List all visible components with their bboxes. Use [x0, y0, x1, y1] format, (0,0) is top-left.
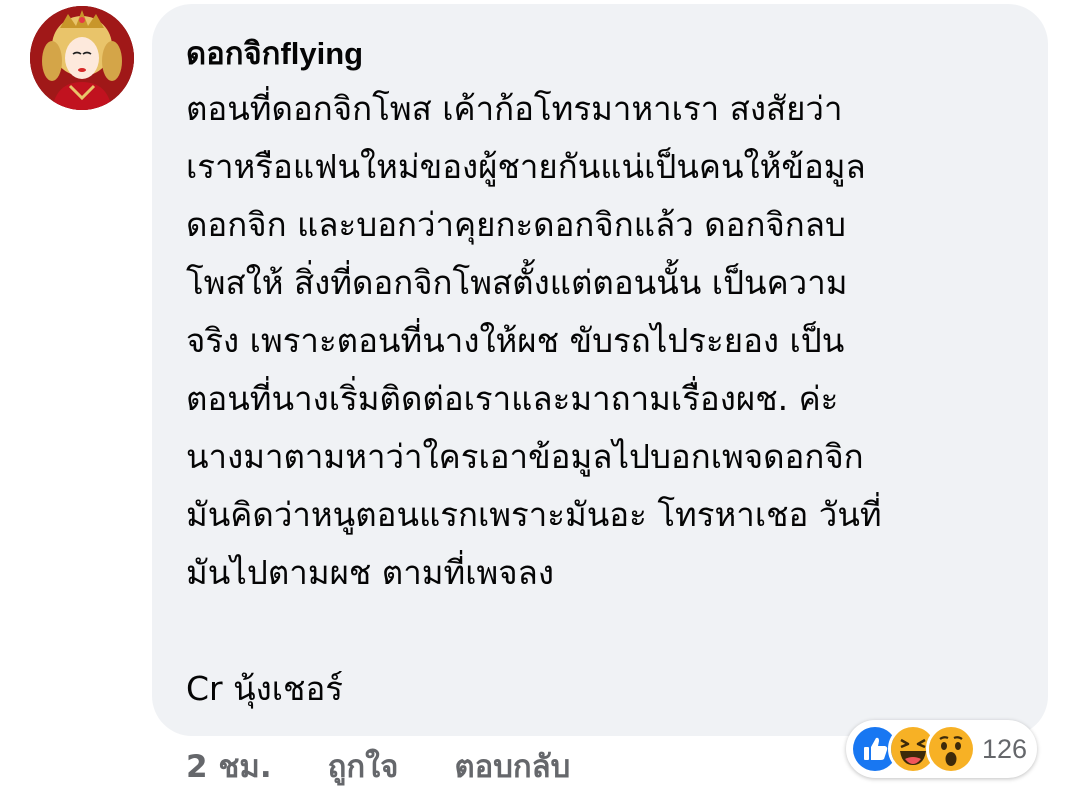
- comment-text-line: ดอกจิก และบอกว่าคุยกะดอกจิกแล้ว ดอกจิกลบ: [186, 205, 846, 244]
- comment-timestamp[interactable]: 2 ชม.: [186, 741, 272, 791]
- comment-paragraph-gap: [186, 602, 1018, 660]
- comment-text-line: นางมาตามหาว่าใครเอาข้อมูลไปบอกเพจดอกจิก: [186, 437, 864, 476]
- wow-icon: [926, 724, 976, 774]
- comment-bubble: ดอกจิกflying ตอนที่ดอกจิกโพส เค้าก้อโทรม…: [152, 4, 1048, 736]
- reply-button[interactable]: ตอบกลับ: [454, 741, 570, 791]
- comment-text-line: โพสให้ สิ่งที่ดอกจิกโพสตั้งแต่ตอนนั้น เป…: [186, 263, 848, 302]
- comment-actions: 2 ชม. ถูกใจ ตอบกลับ: [186, 742, 626, 790]
- comment-credit: Cr นุ้งเชอร์: [186, 669, 343, 708]
- comment-text-line: ตอนที่นางเริ่มติดต่อเราและมาถามเรื่องผช.…: [186, 379, 839, 418]
- avatar[interactable]: [30, 6, 134, 110]
- comment-text-line: มันไปตามผช ตามที่เพจลง: [186, 553, 554, 592]
- comment-text-line: จริง เพราะตอนที่นางให้ผช ขับรถไประยอง เป…: [186, 321, 845, 360]
- comment-text-line: เราหรือแฟนใหม่ของผู้ชายกันแน่เป็นคนให้ข้…: [186, 147, 866, 186]
- reaction-summary[interactable]: 126: [846, 720, 1038, 778]
- comment-text-line: ตอนที่ดอกจิกโพส เค้าก้อโทรมาหาเรา สงสัยว…: [186, 89, 843, 128]
- comment-author[interactable]: ดอกจิกflying: [186, 34, 1018, 74]
- reaction-count: 126: [982, 733, 1028, 764]
- like-button[interactable]: ถูกใจ: [328, 741, 399, 791]
- comment-text-line: มันคิดว่าหนูตอนแรกเพราะมันอะ โทรหาเชอ วั…: [186, 495, 882, 534]
